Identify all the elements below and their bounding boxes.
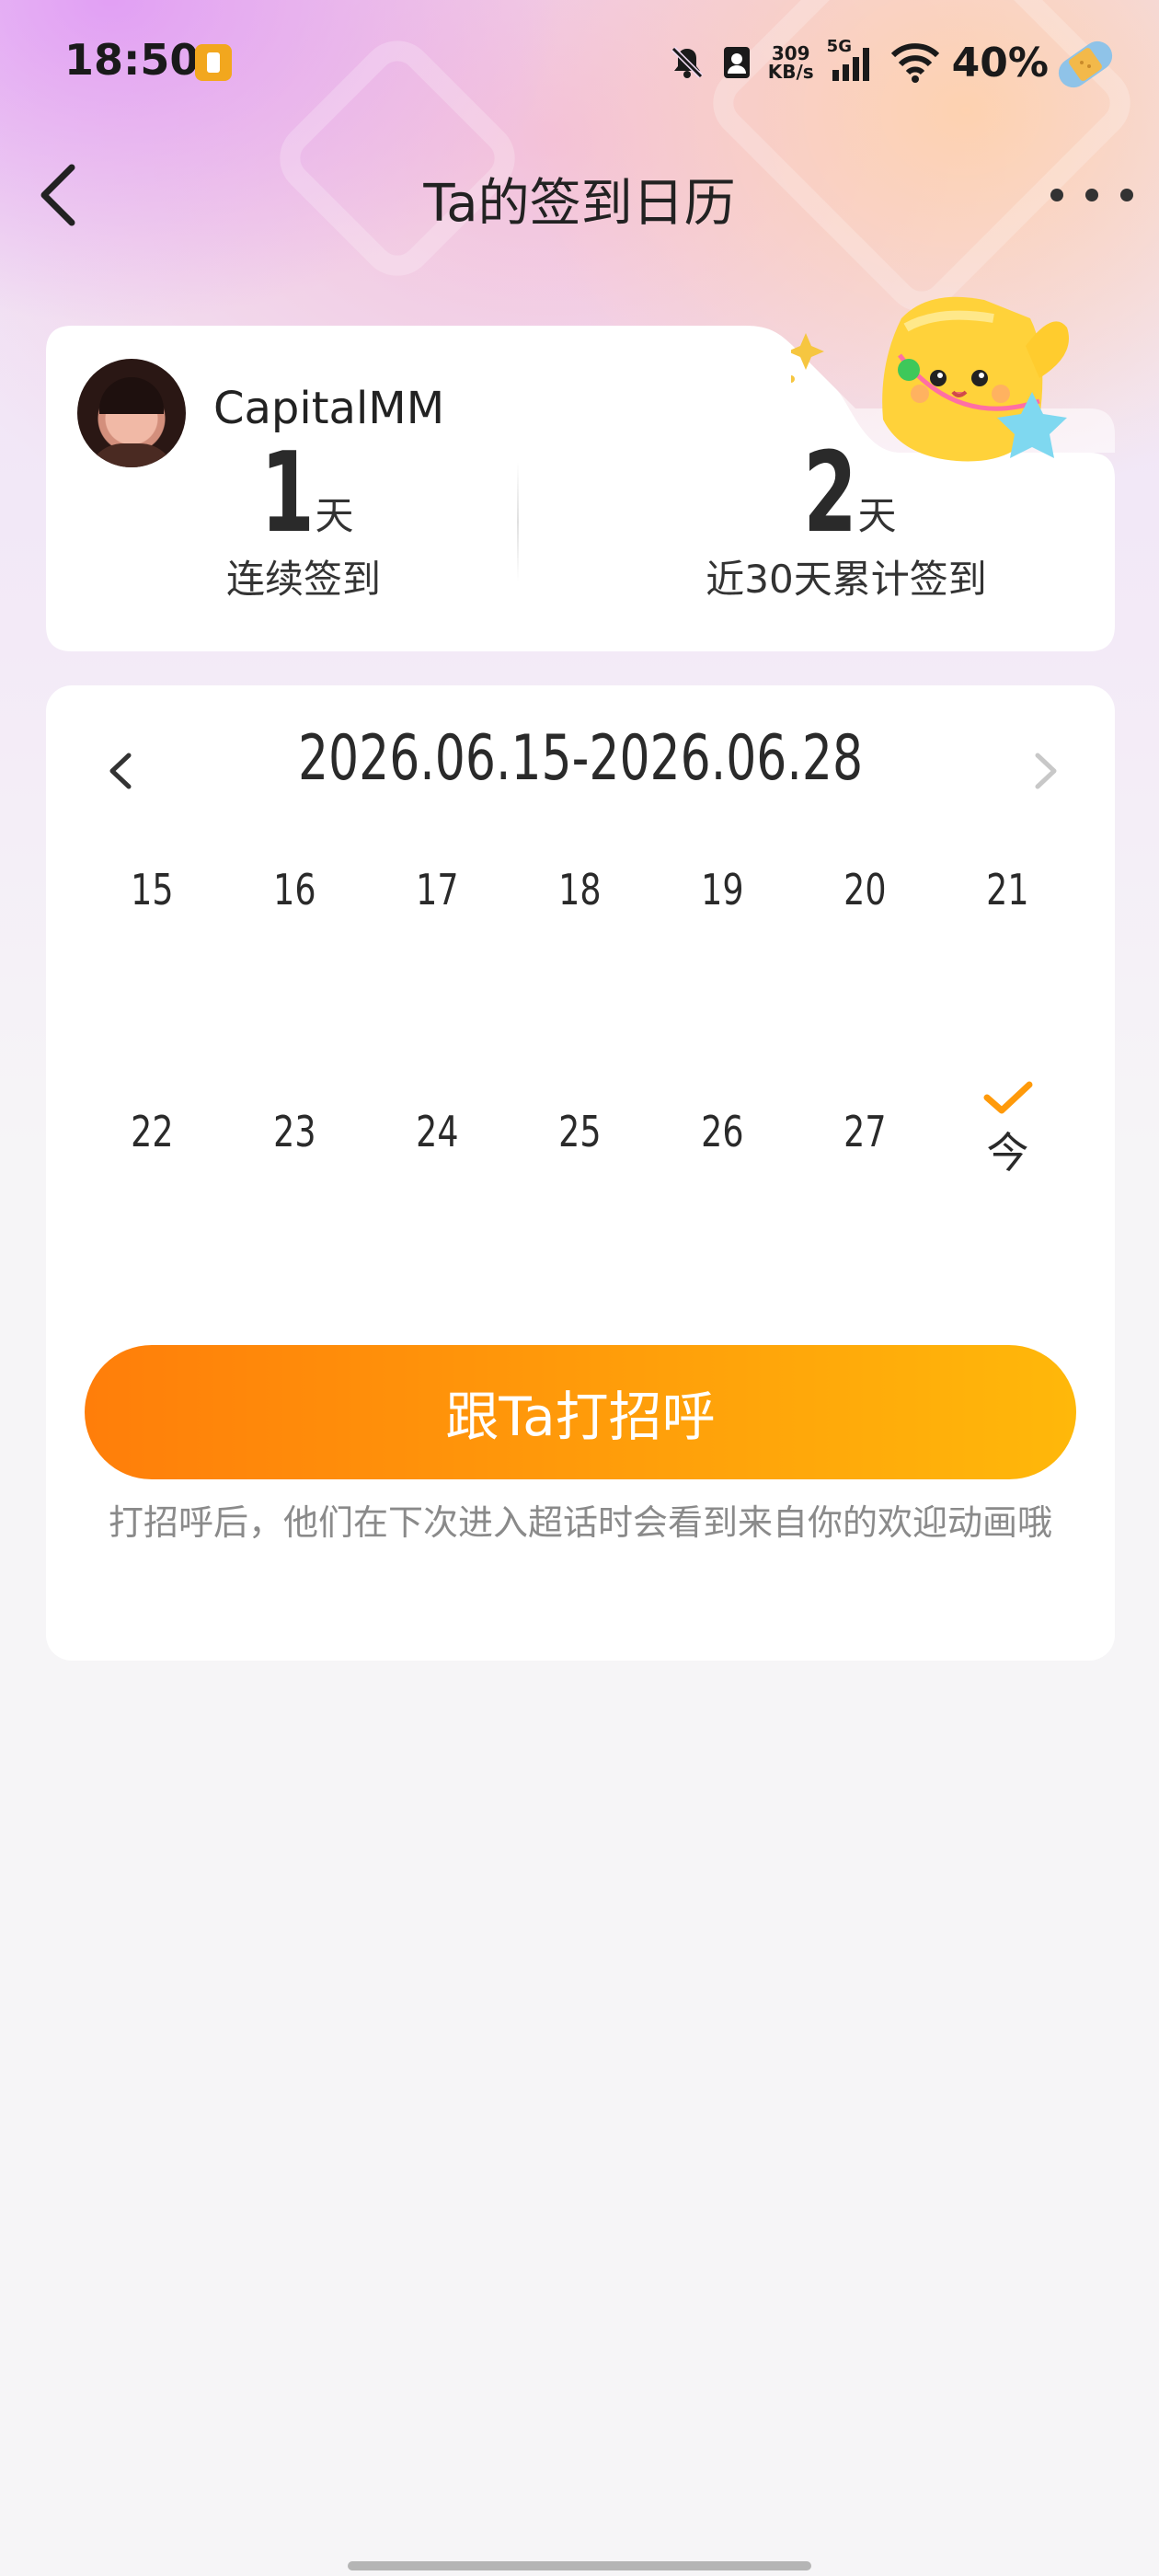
nav-bar: Ta的签到日历	[0, 147, 1159, 239]
status-time: 18:50	[64, 35, 200, 85]
calendar-day: 21	[936, 865, 1079, 975]
calendar-day: 15	[81, 865, 224, 975]
wifi-icon	[890, 43, 939, 83]
day-number: 17	[416, 865, 459, 914]
day-number: 21	[986, 865, 1029, 914]
more-dot	[1050, 189, 1063, 201]
today-label: 今	[986, 1128, 1029, 1178]
network-speed-value: 309	[771, 42, 810, 64]
day-number: 16	[273, 865, 316, 914]
consecutive-days-value: 1	[260, 430, 316, 558]
day-number: 20	[843, 865, 887, 914]
cellular-signal: 5G	[827, 37, 878, 83]
network-speed-unit: KB/s	[767, 61, 814, 83]
calendar-day: 25	[509, 1107, 651, 1217]
day-number: 19	[701, 865, 744, 914]
calendar-day: 26	[651, 1107, 794, 1217]
stat-divider	[517, 462, 519, 581]
more-dot	[1120, 189, 1133, 201]
day-number: 22	[131, 1107, 174, 1156]
calendar-day: 17	[366, 865, 509, 975]
say-hello-button[interactable]: 跟Ta打招呼	[85, 1345, 1076, 1479]
total-days-value: 2	[803, 430, 858, 558]
more-options-button[interactable]	[1050, 167, 1133, 223]
bandage-icon	[1058, 40, 1113, 88]
more-dot	[1085, 189, 1098, 201]
page-title: Ta的签到日历	[423, 174, 736, 234]
day-number: 18	[558, 865, 602, 914]
home-indicator[interactable]	[348, 2561, 811, 2570]
battery-saver-icon	[195, 44, 232, 81]
battery-percent: 40%	[951, 39, 1049, 86]
consecutive-days-unit: 天	[315, 493, 354, 538]
network-speed: 309 KB/s	[768, 44, 814, 81]
checkin-summary-card: CapitalMM 1 天 连续签到 2 天 近30天累计签到	[46, 296, 1115, 651]
total-checkin-stat: 2 天 近30天累计签到	[580, 430, 1113, 604]
day-number: 27	[843, 1107, 887, 1156]
checked-in-check-icon	[983, 1081, 1032, 1114]
calendar-day: 16	[224, 865, 366, 975]
calendar-day: 23	[224, 1107, 366, 1217]
status-bar: 18:50 309 KB/s 5G 40%	[0, 0, 1159, 124]
calendar-week-row: 22 23 24 25 26 27 今	[81, 1081, 1080, 1217]
calendar-day: 18	[509, 865, 651, 975]
calendar-week-row: 15 16 17 18 19 20 21	[81, 865, 1080, 975]
calendar-card: 2026.06.15-2026.06.28 15 16 17 18 19 20 …	[46, 685, 1115, 1661]
calendar-day: 22	[81, 1107, 224, 1217]
status-icons: 309 KB/s 5G 40%	[669, 35, 1049, 90]
say-hello-label: 跟Ta打招呼	[445, 1386, 716, 1448]
day-number: 25	[558, 1107, 602, 1156]
consecutive-checkin-stat: 1 天 连续签到	[46, 430, 561, 604]
day-number: 26	[701, 1107, 744, 1156]
calendar-day: 20	[794, 865, 936, 975]
calendar-day: 27	[794, 1107, 936, 1217]
mute-bell-icon	[671, 46, 703, 79]
total-days-unit: 天	[857, 493, 897, 538]
day-number: 24	[416, 1107, 459, 1156]
avatar-hair	[99, 377, 164, 414]
username[interactable]: CapitalMM	[213, 383, 444, 434]
date-range: 2026.06.15-2026.06.28	[297, 722, 864, 795]
signal-bars-icon	[832, 48, 869, 81]
next-period-button[interactable]	[1023, 739, 1069, 803]
day-number: 15	[131, 865, 174, 914]
calendar-day: 24	[366, 1107, 509, 1217]
contact-card-icon	[723, 47, 750, 78]
day-number: 23	[273, 1107, 316, 1156]
greeting-hint-text: 打招呼后，他们在下次进入超话时会看到来自你的欢迎动画哦	[108, 1502, 1052, 1543]
calendar-day-today: 今	[936, 1079, 1079, 1190]
calendar-day: 19	[651, 865, 794, 975]
